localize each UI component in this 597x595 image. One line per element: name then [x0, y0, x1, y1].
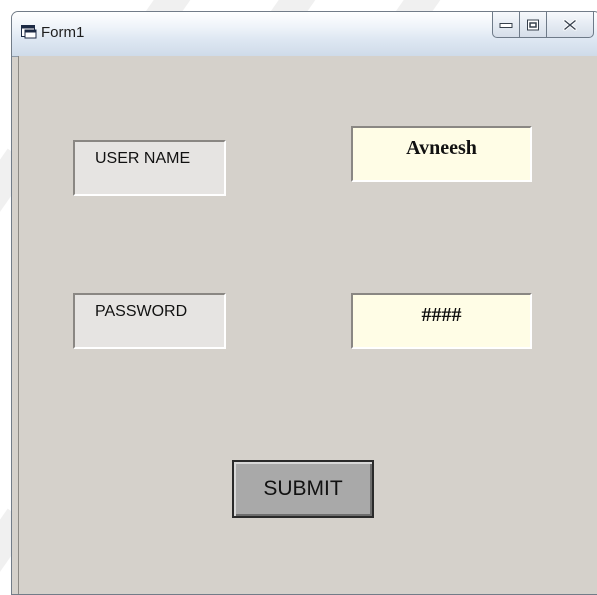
minimize-button[interactable]	[492, 12, 519, 38]
username-label-text: USER NAME	[95, 150, 191, 167]
maximize-icon	[527, 19, 539, 30]
form-window: Form1 USER NAME Avneesh PASSWORD #### SU…	[11, 11, 597, 595]
password-input[interactable]: ####	[351, 293, 532, 349]
close-icon	[563, 19, 577, 30]
username-value: Avneesh	[406, 137, 477, 159]
form-window-icon	[21, 25, 37, 39]
title-bar[interactable]: Form1	[12, 12, 597, 57]
password-label: PASSWORD	[73, 293, 226, 349]
close-button[interactable]	[546, 12, 594, 38]
window-title: Form1	[41, 24, 85, 41]
password-label-text: PASSWORD	[95, 303, 188, 320]
form-client-area: USER NAME Avneesh PASSWORD #### SUBMIT	[18, 56, 597, 594]
minimize-icon	[499, 22, 513, 28]
submit-button[interactable]: SUBMIT	[232, 460, 374, 518]
username-input[interactable]: Avneesh	[351, 126, 532, 182]
maximize-button[interactable]	[519, 12, 546, 38]
username-label: USER NAME	[73, 140, 226, 196]
password-value: ####	[421, 304, 462, 326]
caption-buttons	[492, 12, 594, 38]
